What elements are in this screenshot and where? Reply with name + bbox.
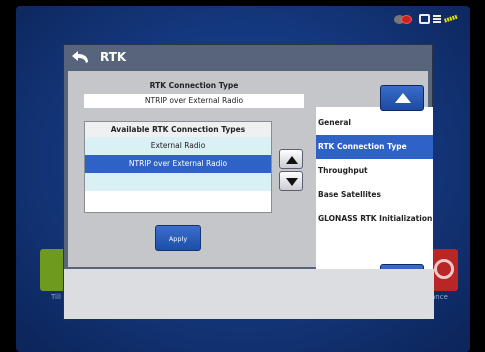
connection-type-value: NTRIP over External Radio: [84, 94, 304, 108]
window-title: RTK: [100, 50, 127, 64]
back-arrow-icon[interactable]: [72, 51, 92, 64]
status-bar: ▮▮▮▮▮: [394, 12, 459, 26]
list-item-ntrip-over-external-radio[interactable]: NTRIP over External Radio: [85, 155, 271, 173]
arrow-up-icon: [395, 93, 411, 103]
nav-item-base-satellites[interactable]: Base Satellites: [316, 183, 433, 207]
signal-icon[interactable]: ▮▮▮▮▮: [444, 14, 459, 24]
nav-item-rtk-connection-type[interactable]: RTK Connection Type: [316, 135, 433, 159]
arrow-down-icon: [286, 178, 298, 186]
settings-nav-list: General RTK Connection Type Throughput B…: [316, 107, 433, 273]
menu-icon[interactable]: [433, 14, 442, 24]
background-app-tile-right[interactable]: [432, 249, 458, 291]
available-types-list: Available RTK Connection Types External …: [84, 121, 272, 213]
list-scroll-up-button[interactable]: [279, 149, 303, 169]
screen: ▮▮▮▮▮ Till ance RTK RTK Connection Type …: [0, 0, 485, 352]
available-types-header: Available RTK Connection Types: [85, 122, 271, 137]
nav-item-general[interactable]: General: [316, 111, 433, 135]
nav-item-throughput[interactable]: Throughput: [316, 159, 433, 183]
arrow-up-icon: [286, 156, 298, 164]
connection-type-label: RTK Connection Type: [149, 81, 239, 90]
satellite-status-icon[interactable]: [394, 14, 416, 25]
list-scroll-down-button[interactable]: [279, 171, 303, 191]
list-item-empty: [85, 173, 271, 191]
nav-scroll-up-button[interactable]: [380, 85, 424, 111]
bottom-panel: [64, 269, 434, 319]
nav-item-glonass-rtk-initialization[interactable]: GLONASS RTK Initialization: [316, 207, 433, 231]
apply-button[interactable]: Apply: [155, 225, 201, 251]
rtk-window: RTK RTK Connection Type NTRIP over Exter…: [63, 44, 434, 319]
steering-wheel-icon: [434, 259, 454, 279]
display-icon[interactable]: [419, 14, 431, 24]
content-panel: RTK Connection Type NTRIP over External …: [68, 71, 433, 290]
background-app-label-left: Till: [51, 293, 61, 301]
window-header: RTK: [64, 45, 432, 71]
list-item-external-radio[interactable]: External Radio: [85, 137, 271, 155]
